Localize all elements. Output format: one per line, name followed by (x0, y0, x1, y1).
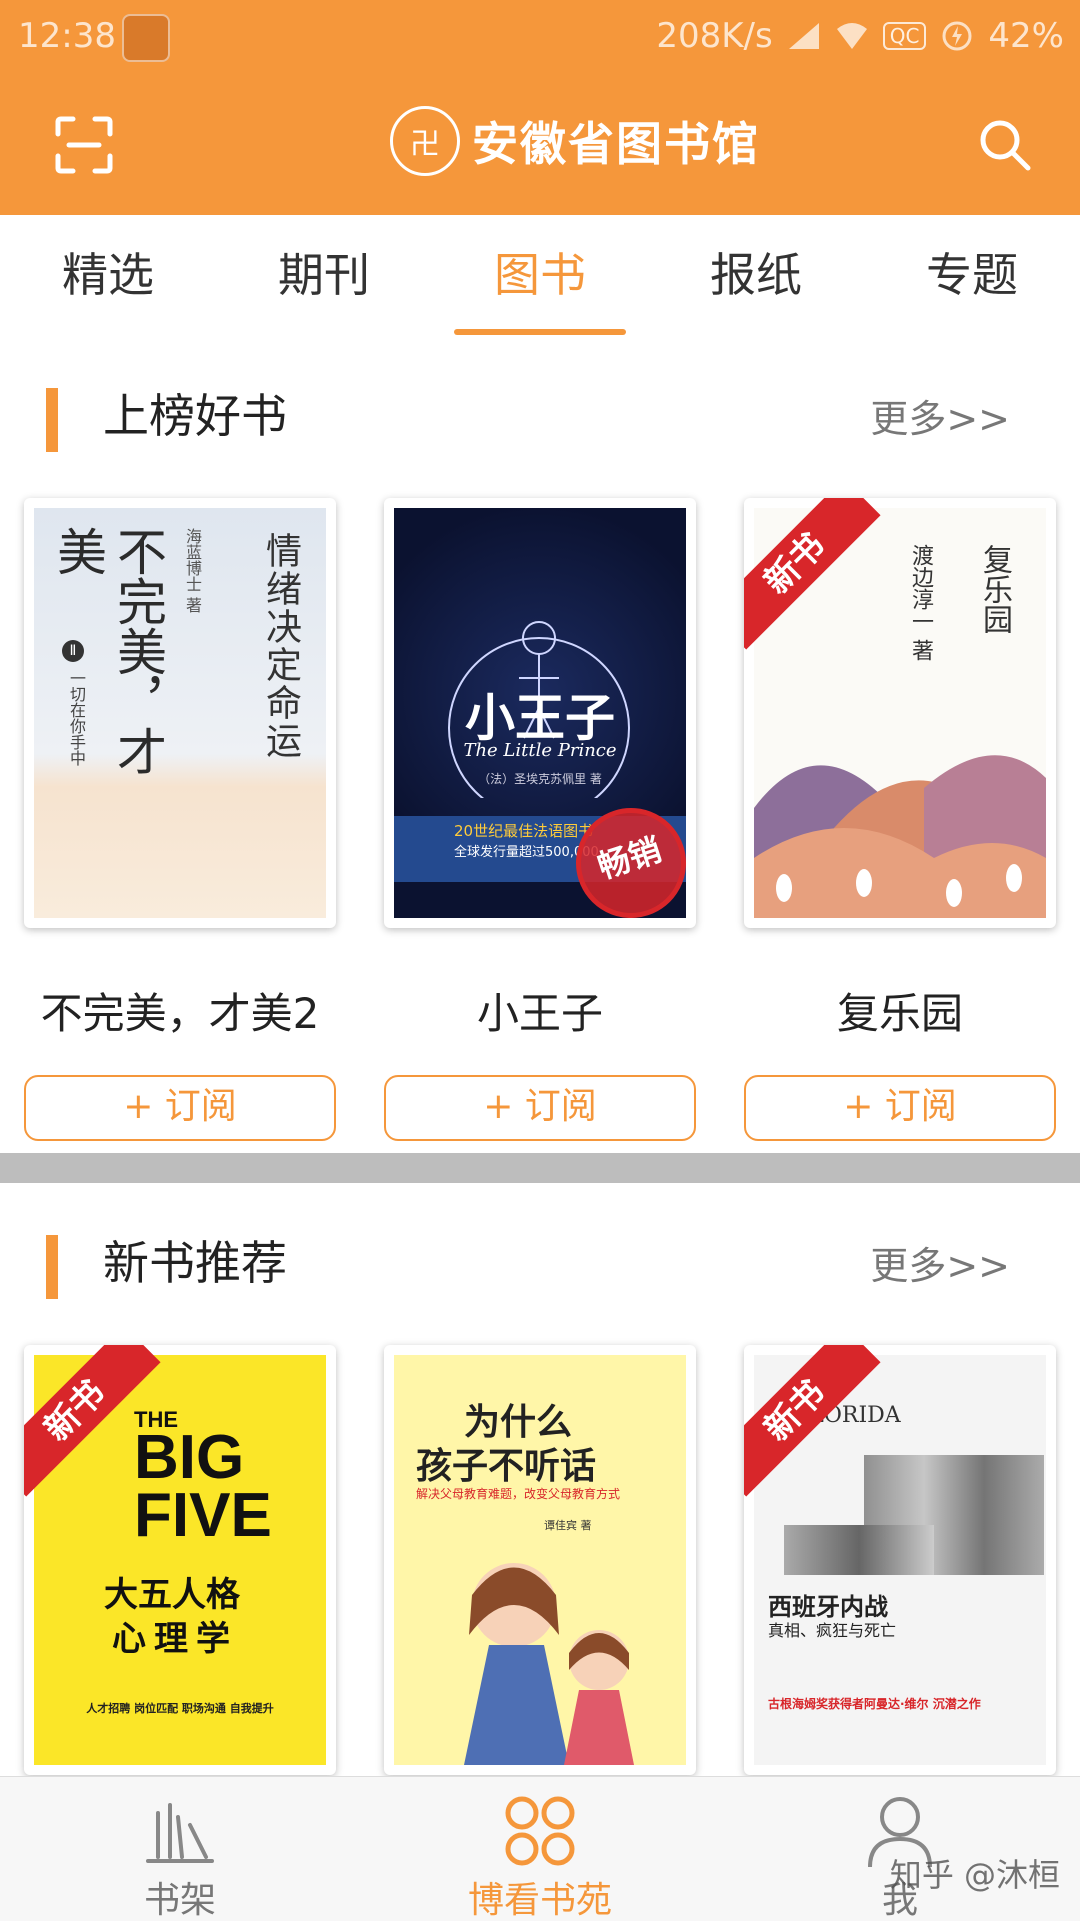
section-title: 上榜好书 (103, 389, 287, 443)
subscribe-button[interactable]: + 订阅 (384, 1075, 696, 1141)
tab-books[interactable]: 图书 (432, 215, 648, 335)
book-cover[interactable]: EL FLORIDA 西班牙内战 真相、疯狂与死亡 古根海姆奖获得者阿曼达·维尔… (744, 1345, 1056, 1775)
wifi-icon (836, 23, 867, 49)
children-illustration (464, 1563, 634, 1765)
book-card: EL FLORIDA 西班牙内战 真相、疯狂与死亡 古根海姆奖获得者阿曼达·维尔… (744, 1345, 1056, 1775)
book-title[interactable]: 复乐园 (744, 980, 1056, 1041)
nav-label: 博看书苑 (467, 1880, 612, 1921)
book-cover[interactable]: 小王子 The Little Prince （法）圣埃克苏佩里 著 20世纪最佳… (384, 498, 696, 928)
tab-periodicals[interactable]: 期刊 (216, 215, 432, 335)
book-cover[interactable]: 为什么 孩子不听话 解决父母教育难题，改变父母教育方式 谭佳宾 著 (384, 1345, 696, 1775)
book-title[interactable]: 不完美，才美2 (24, 980, 336, 1041)
cover-big-title: 复乐园 (977, 544, 1012, 634)
nav-bookshelf[interactable]: 书架 (60, 1777, 300, 1921)
nav-label: 书架 (143, 1880, 216, 1921)
network-speed: 208K/s (656, 16, 773, 56)
status-time: 12:38 (18, 16, 116, 56)
cover-line2: BIG (134, 1423, 245, 1492)
cover-footer: 古根海姆奖获得者阿曼达·维尔 沉潜之作 (768, 1697, 981, 1711)
book-card: 小王子 The Little Prince （法）圣埃克苏佩里 著 20世纪最佳… (384, 498, 696, 1141)
book-cover[interactable]: 复乐园 渡边淳一 著 新书 (744, 498, 1056, 928)
cover-cn-title: 大五人格 (104, 1575, 240, 1615)
subscribe-button[interactable]: + 订阅 (744, 1075, 1056, 1141)
category-tabs: 精选 期刊 图书 报纸 专题 (0, 215, 1080, 335)
cover-note: 一切在你手中 (67, 670, 86, 766)
cover-cn-title2: 真相、疯狂与死亡 (768, 1621, 897, 1640)
more-link[interactable]: 更多>> (870, 1235, 1010, 1290)
search-icon[interactable] (976, 116, 1032, 172)
cover-cn-title2: 孩子不听话 (416, 1446, 597, 1487)
battery-icon (942, 21, 972, 51)
tab-featured[interactable]: 精选 (0, 215, 216, 335)
cover-author: 海蓝博士 著 (183, 528, 202, 614)
book-card: 不完美，才美 Ⅱ 一切在你手中 海蓝博士 著 情绪决定命运 不完美，才美2 + … (24, 498, 336, 1141)
section-accent-bar (46, 1235, 58, 1299)
clover-icon (505, 1796, 575, 1866)
watermark: 知乎 @沐桓 (889, 1856, 1060, 1894)
book-card: THE BIG FIVE 大五人格 心理学 人才招聘 岗位匹配 职场沟通 自我提… (24, 1345, 336, 1775)
tab-newspapers[interactable]: 报纸 (648, 215, 864, 335)
nav-me[interactable]: 我 (780, 1777, 1020, 1921)
tab-topics[interactable]: 专题 (864, 215, 1080, 335)
book-card: 为什么 孩子不听话 解决父母教育难题，改变父母教育方式 谭佳宾 著 (384, 1345, 696, 1775)
section-title: 新书推荐 (103, 1236, 287, 1290)
cover-author: （法）圣埃克苏佩里 著 (478, 772, 602, 786)
hills-illustration (754, 755, 1046, 918)
library-seal-icon: 卍 (390, 106, 460, 176)
section-divider (0, 1153, 1080, 1183)
cover-author: 谭佳宾 著 (544, 1519, 592, 1532)
section-header-top-books: 上榜好书 更多>> (0, 358, 1080, 468)
book-title[interactable]: 小王子 (384, 980, 696, 1041)
qc-badge: QC (882, 22, 927, 50)
cover-photo-strip2 (784, 1525, 934, 1575)
bookshelf-icon (146, 1803, 214, 1863)
bottom-navigation: 书架 博看书苑 我 (0, 1776, 1080, 1921)
cover-line3: FIVE (134, 1481, 272, 1550)
book-cover[interactable]: 不完美，才美 Ⅱ 一切在你手中 海蓝博士 著 情绪决定命运 (24, 498, 336, 928)
subscribe-button[interactable]: + 订阅 (24, 1075, 336, 1141)
header: 12:38 208K/s QC 42% 卍 安徽省图书馆 (0, 0, 1080, 215)
cover-english-title: The Little Prince (463, 740, 617, 761)
status-bar: 12:38 208K/s QC 42% (0, 0, 1080, 76)
app-notification-icon (122, 14, 170, 62)
book-cover[interactable]: THE BIG FIVE 大五人格 心理学 人才招聘 岗位匹配 职场沟通 自我提… (24, 1345, 336, 1775)
cover-author: 渡边淳一 著 (908, 544, 933, 661)
more-link[interactable]: 更多>> (870, 388, 1010, 443)
cover-footer: 人才招聘 岗位匹配 职场沟通 自我提升 (86, 1702, 274, 1715)
bestseller-stamp: 畅销 (561, 793, 686, 918)
signal-icon (788, 23, 819, 49)
library-logo: 卍 安徽省图书馆 (390, 106, 760, 176)
cover-subtitle: 情绪决定命运 (260, 532, 301, 760)
book-card: 复乐园 渡边淳一 著 新书 复乐园 + 订阅 (744, 498, 1056, 1141)
cover-volume: Ⅱ (62, 640, 84, 662)
cover-subtitle: 解决父母教育难题，改变父母教育方式 (416, 1487, 621, 1501)
cover-cn-title2: 心理学 (112, 1619, 238, 1659)
nav-bokan-library[interactable]: 博看书苑 (420, 1777, 660, 1921)
section-accent-bar (46, 388, 58, 452)
library-name: 安徽省图书馆 (472, 117, 760, 171)
battery-percent: 42% (988, 16, 1064, 56)
section-header-new-books: 新书推荐 更多>> (0, 1205, 1080, 1315)
scan-icon[interactable] (55, 116, 113, 174)
